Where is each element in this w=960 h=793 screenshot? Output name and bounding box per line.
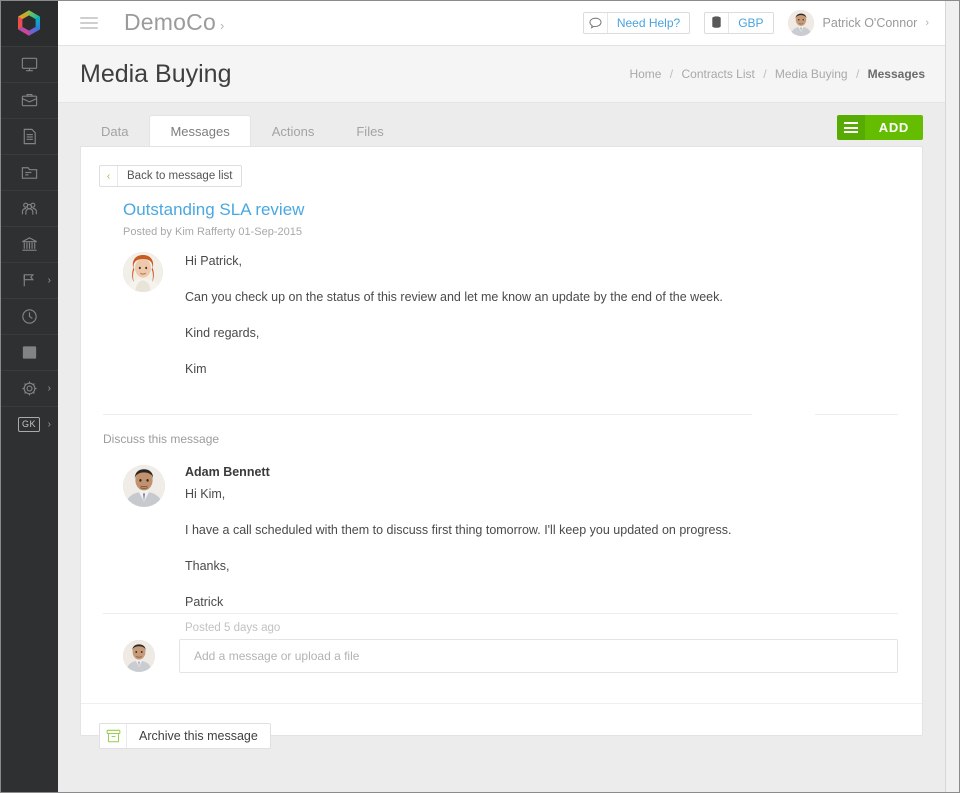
archive-box-icon (100, 724, 127, 748)
message-paragraph: Hi Patrick, (185, 253, 898, 270)
archive-message-button[interactable]: Archive this message (99, 723, 271, 749)
flag-icon (20, 271, 39, 290)
bar-chart-icon (20, 343, 39, 362)
sidebar-item-flags[interactable]: › (0, 262, 58, 298)
back-to-message-list-button[interactable]: ‹ Back to message list (99, 165, 242, 187)
sidebar-item-settings[interactable]: › (0, 370, 58, 406)
chevron-left-icon: ‹ (100, 166, 118, 186)
message-text: Hi Patrick, Can you check up on the stat… (185, 248, 898, 378)
section-divider (103, 414, 752, 415)
sidebar-item-dashboard[interactable] (0, 46, 58, 82)
document-icon (20, 127, 39, 146)
list-lines-icon (837, 115, 865, 140)
sidebar-item-finance[interactable] (0, 226, 58, 262)
sidebar-item-people[interactable] (0, 190, 58, 226)
message-paragraph: Can you check up on the status of this r… (185, 289, 898, 306)
database-icon (705, 13, 729, 33)
currency-label: GBP (729, 16, 772, 30)
breadcrumb: Home / Contracts List / Media Buying / M… (629, 67, 925, 81)
message-title[interactable]: Outstanding SLA review (123, 200, 304, 220)
chevron-right-icon: › (48, 384, 51, 394)
breadcrumb-item-media-buying[interactable]: Media Buying (775, 67, 848, 81)
messages-panel: ‹ Back to message list Outstanding SLA r… (80, 146, 923, 736)
reply-author: Adam Bennett (185, 465, 898, 479)
sidebar-item-files[interactable] (0, 154, 58, 190)
clock-icon (20, 307, 39, 326)
reply-paragraph: Thanks, (185, 558, 898, 575)
brand-label: DemoCo (124, 9, 216, 35)
app-window: › › GK › (0, 0, 960, 793)
top-bar: DemoCo › Need Help? (58, 0, 945, 46)
breadcrumb-current: Messages (868, 67, 925, 81)
chevron-right-icon: › (48, 276, 51, 286)
discuss-this-message-label: Discuss this message (103, 432, 219, 446)
page-header: Media Buying Home / Contracts List / Med… (58, 46, 945, 103)
add-button[interactable]: ADD (837, 115, 923, 140)
gk-badge-icon: GK (18, 417, 40, 432)
reply-paragraph: I have a call scheduled with them to dis… (185, 522, 898, 539)
sidebar-item-gatekeeper[interactable]: GK › (0, 406, 58, 442)
back-button-label: Back to message list (118, 170, 241, 182)
page-title: Media Buying (80, 60, 231, 89)
currency-button[interactable]: GBP (704, 12, 773, 34)
message-input[interactable] (179, 639, 898, 673)
top-bar-right: Need Help? GBP (583, 10, 929, 36)
reply-item: Adam Bennett Hi Kim, I have a call sched… (123, 465, 898, 634)
message-meta: Posted by Kim Rafferty 01-Sep-2015 (123, 226, 302, 238)
sidebar-item-reports[interactable] (0, 334, 58, 370)
breadcrumb-separator: / (856, 67, 859, 81)
message-composer (123, 639, 898, 673)
sidebar-item-portfolio[interactable] (0, 82, 58, 118)
tab-actions[interactable]: Actions (251, 115, 336, 147)
hamburger-icon[interactable] (80, 14, 98, 32)
sidebar-item-history[interactable] (0, 298, 58, 334)
reply-timestamp: Posted 5 days ago (185, 622, 898, 634)
folder-icon (20, 163, 39, 182)
user-name: Patrick O'Connor (823, 16, 918, 30)
gear-icon (20, 379, 39, 398)
chevron-right-icon: › (48, 420, 51, 430)
reply-body: Adam Bennett Hi Kim, I have a call sched… (185, 465, 898, 634)
reply-paragraph: Patrick (185, 594, 898, 611)
breadcrumb-item-contracts-list[interactable]: Contracts List (681, 67, 754, 81)
tab-data[interactable]: Data (80, 115, 149, 147)
need-help-button[interactable]: Need Help? (583, 12, 690, 34)
users-icon (20, 199, 39, 218)
tab-messages[interactable]: Messages (149, 115, 250, 147)
user-menu[interactable]: Patrick O'Connor › (788, 10, 929, 36)
content-area: Data Messages Actions Files ADD ‹ Back t… (58, 103, 945, 781)
message-paragraph: Kind regards, (185, 325, 898, 342)
breadcrumb-item-home[interactable]: Home (629, 67, 661, 81)
avatar (123, 465, 165, 507)
tab-bar: Data Messages Actions Files ADD (80, 115, 923, 147)
section-divider (815, 414, 898, 415)
archive-button-label: Archive this message (127, 729, 270, 743)
footer-divider (81, 703, 922, 704)
reply-paragraph: Hi Kim, (185, 486, 898, 503)
sidebar: › › GK › (0, 0, 58, 793)
add-button-label: ADD (865, 115, 923, 140)
sidebar-item-contracts[interactable] (0, 118, 58, 154)
chevron-right-icon: › (220, 18, 225, 33)
monitor-icon (20, 55, 39, 74)
breadcrumb-separator: / (670, 67, 673, 81)
message-body: Hi Patrick, Can you check up on the stat… (123, 248, 898, 378)
avatar (788, 10, 814, 36)
avatar (123, 640, 155, 672)
bank-icon (20, 235, 39, 254)
breadcrumb-separator: / (763, 67, 766, 81)
composer-divider (103, 613, 898, 614)
hexagon-ring-logo-icon (16, 9, 42, 37)
need-help-label: Need Help? (608, 16, 689, 30)
chevron-right-icon: › (925, 17, 929, 29)
tab-files[interactable]: Files (335, 115, 404, 147)
briefcase-icon (20, 91, 39, 110)
vertical-scrollbar[interactable] (945, 0, 960, 793)
message-paragraph: Kim (185, 361, 898, 378)
avatar (123, 252, 163, 292)
app-logo[interactable] (0, 0, 58, 46)
brand-menu[interactable]: DemoCo › (124, 9, 225, 36)
speech-bubble-icon (584, 13, 608, 33)
